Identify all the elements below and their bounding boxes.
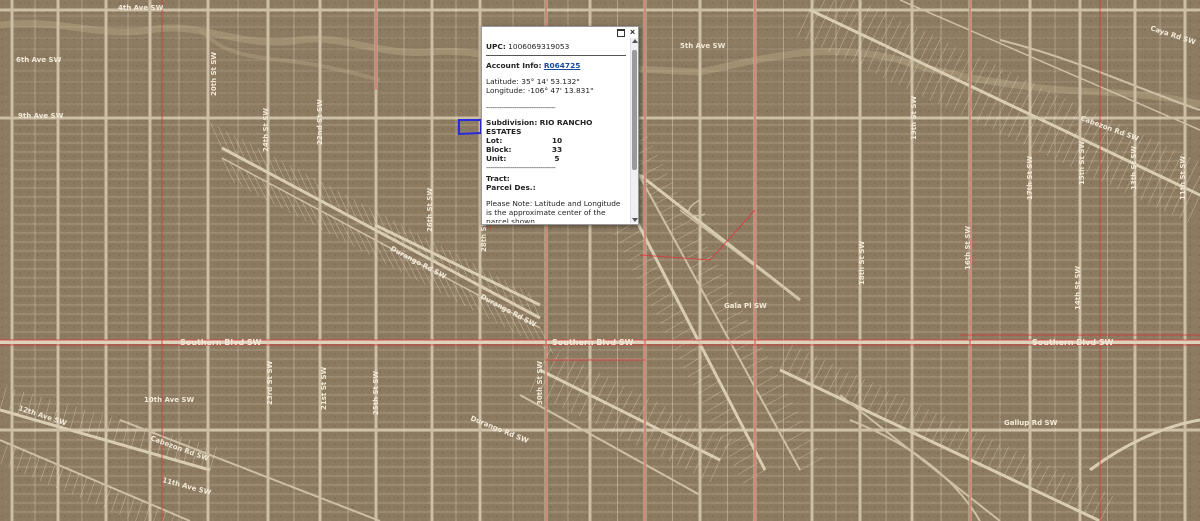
- popup-titlebar[interactable]: ×: [482, 27, 638, 38]
- road-label: 14th St SW: [1074, 266, 1082, 310]
- latitude-value: 35° 14' 53.132": [521, 77, 580, 86]
- road-label: 20th St SW: [210, 52, 218, 96]
- road-label: Southern Blvd SW: [552, 338, 634, 347]
- road-label: 13th St SW: [1130, 146, 1138, 190]
- unit-value: 5: [554, 154, 560, 163]
- road-label: 6th Ave SW: [16, 56, 62, 64]
- popup-scrollbar[interactable]: [630, 38, 638, 223]
- road-label: Gala Pl SW: [724, 302, 767, 310]
- maximize-icon[interactable]: [617, 29, 625, 37]
- block-value: 33: [551, 145, 563, 154]
- coordinate-note: Please Note: Latitude and Longitude is t…: [486, 199, 621, 223]
- road-label: 21st St SW: [320, 366, 328, 410]
- latitude-label: Latitude:: [486, 77, 519, 86]
- popup-content-area[interactable]: UPC: 1006069319053 Account Info: R064725…: [482, 38, 630, 223]
- road-label: 17th St SW: [1026, 156, 1034, 200]
- road-label: 18th St SW: [858, 241, 866, 285]
- road-label: 5th Ave SW: [680, 42, 726, 50]
- road-label: Gallup Rd SW: [1004, 419, 1058, 427]
- account-link[interactable]: R064725: [544, 61, 581, 70]
- longitude-label: Longitude:: [486, 86, 526, 95]
- dash-separator: --------------------------------: [486, 163, 556, 172]
- scroll-up-arrow-icon[interactable]: [632, 39, 638, 43]
- lot-label: Lot:: [486, 136, 503, 145]
- account-label: Account Info:: [486, 61, 542, 70]
- upc-label: UPC:: [486, 42, 506, 51]
- road-label: 10th Ave SW: [144, 396, 194, 404]
- tract-label: Tract:: [486, 174, 510, 183]
- road-label: 25th St SW: [372, 371, 380, 415]
- road-label: 4th Ave SW: [118, 4, 164, 12]
- road-label: Southern Blvd SW: [1032, 338, 1114, 347]
- road-label: 23rd St SW: [266, 360, 274, 405]
- road-label: 26th St SW: [426, 188, 434, 232]
- subdivision-label: Subdivision:: [486, 118, 538, 127]
- block-label: Block:: [486, 145, 512, 154]
- scroll-thumb[interactable]: [632, 50, 637, 170]
- close-icon[interactable]: ×: [628, 28, 637, 37]
- road-label: 11th St SW: [1179, 156, 1187, 200]
- lot-value: 10: [551, 136, 563, 145]
- dash-separator: --------------------------------: [486, 103, 556, 112]
- divider: [486, 55, 626, 56]
- road-label: 22nd St SW: [316, 99, 324, 145]
- road-label: 30th St SW: [536, 361, 544, 405]
- longitude-value: -106° 47' 13.831": [527, 86, 594, 95]
- parcel-des-label: Parcel Des.:: [486, 183, 536, 192]
- road-label: 16th St SW: [964, 226, 972, 270]
- road-label: 24th St SW: [262, 108, 270, 152]
- road-label: 9th Ave SW: [18, 112, 64, 120]
- road-label: Southern Blvd SW: [180, 338, 262, 347]
- road-label: 19th St SW: [910, 96, 918, 140]
- parcel-info-popup[interactable]: × UPC: 1006069319053 Account Info: R0647…: [481, 26, 639, 225]
- upc-value: 1006069319053: [508, 42, 570, 51]
- unit-label: Unit:: [486, 154, 507, 163]
- scroll-down-arrow-icon[interactable]: [632, 218, 638, 222]
- road-label: 15th St SW: [1078, 141, 1086, 185]
